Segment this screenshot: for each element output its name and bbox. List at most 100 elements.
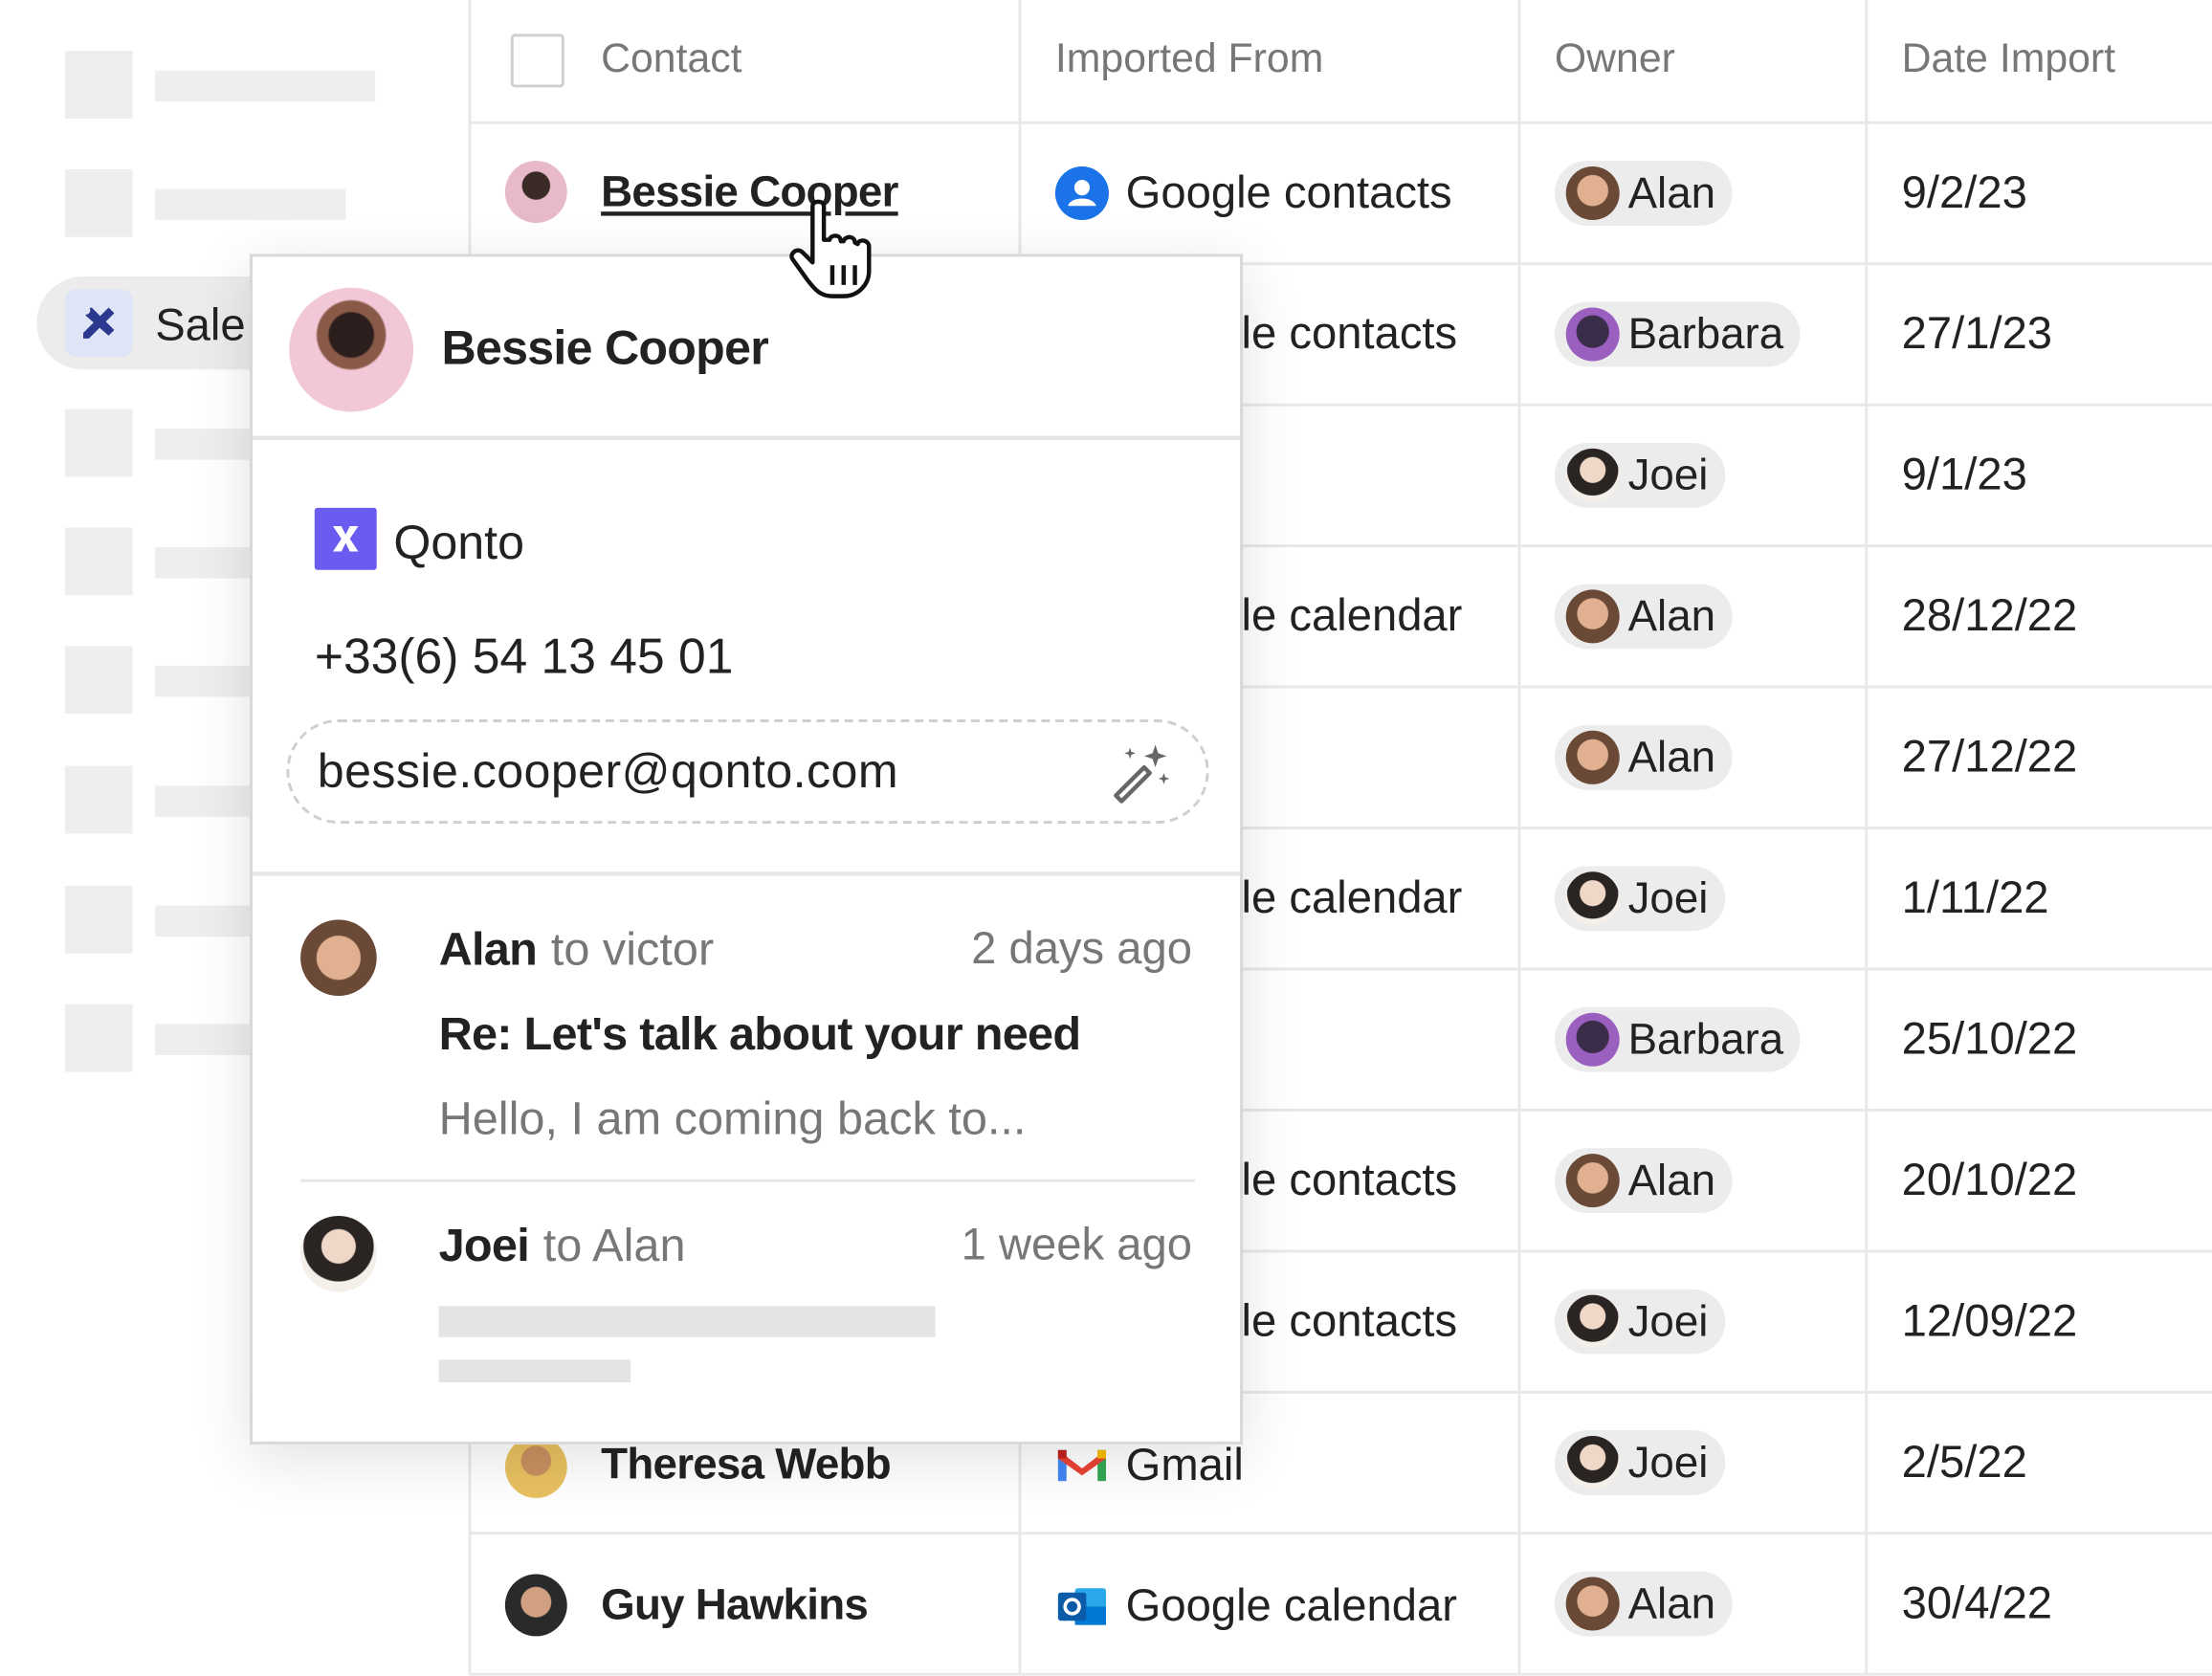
owner-badge[interactable]: Barbara — [1554, 301, 1801, 367]
owner-badge[interactable]: Joei — [1554, 866, 1726, 932]
import-date: 30/4/22 — [1901, 1577, 2053, 1628]
sidebar-item-icon-placeholder — [64, 1003, 133, 1072]
recipient: to victor — [550, 922, 715, 975]
message-sender[interactable]: Joei to Alan — [439, 1219, 686, 1272]
sidebar-item-label: Sale — [155, 298, 246, 350]
contact-avatar — [504, 1574, 567, 1637]
owner-avatar — [1565, 165, 1620, 221]
sidebar-item-icon-placeholder — [64, 168, 133, 237]
table-row[interactable]: Guy Hawkins Google calendar Alan 30/4/22 — [468, 1534, 2212, 1676]
owner-name: Joei — [1627, 1437, 1709, 1488]
owner-name: Joei — [1627, 872, 1709, 923]
select-all-checkbox[interactable] — [510, 33, 564, 88]
import-date: 27/1/23 — [1901, 307, 2053, 359]
message-preview: Hello, I am coming back to... — [438, 1092, 1027, 1144]
contact-avatar — [504, 1436, 567, 1498]
sender-name: Joei — [438, 1218, 530, 1271]
message-sender[interactable]: Alan to victor — [439, 922, 715, 976]
hand-pointer-icon — [789, 199, 872, 298]
section-divider — [252, 871, 1241, 876]
magic-wand-icon[interactable] — [1107, 739, 1175, 807]
owner-badge[interactable]: Alan — [1554, 724, 1733, 790]
source-label: le calendar — [1241, 589, 1463, 641]
company-name[interactable]: Qonto — [393, 517, 524, 572]
import-date: 27/12/22 — [1901, 730, 2078, 782]
source-label: Google contacts — [1125, 165, 1452, 218]
owner-badge[interactable]: Joei — [1554, 1289, 1726, 1355]
column-header-owner[interactable]: Owner — [1555, 36, 1675, 83]
owner-avatar — [1565, 1012, 1620, 1067]
owner-avatar — [1565, 307, 1620, 362]
table-header: Contact Imported From Owner Date Import — [468, 0, 2212, 124]
source-label: le calendar — [1241, 871, 1463, 923]
table-row[interactable]: Bessie Cooper Google contacts Alan 9/2/2… — [468, 124, 2212, 266]
owner-avatar — [1565, 1436, 1620, 1490]
app-canvas: Sale Contact Imported From Owner Date Im… — [0, 0, 2212, 1676]
outlook-icon — [1055, 1579, 1109, 1633]
contact-full-name: Bessie Cooper — [441, 321, 769, 376]
column-header-date-import[interactable]: Date Import — [1902, 36, 2115, 83]
source-label: le contacts — [1241, 1294, 1458, 1346]
owner-avatar — [1565, 448, 1620, 502]
import-date: 25/10/22 — [1901, 1012, 2078, 1064]
message-time: 1 week ago — [961, 1218, 1192, 1270]
owner-name: Barbara — [1627, 308, 1784, 359]
source-label: Google calendar — [1125, 1579, 1457, 1631]
email-address: bessie.cooper@qonto.com — [317, 744, 899, 799]
owner-avatar — [1565, 1577, 1620, 1631]
sender-avatar — [300, 1216, 377, 1292]
sidebar-item-icon-placeholder — [64, 885, 133, 954]
sidebar-item[interactable] — [64, 51, 431, 119]
source-label: le contacts — [1241, 307, 1458, 359]
import-date: 1/11/22 — [1901, 871, 2049, 923]
owner-name: Barbara — [1627, 1014, 1784, 1064]
owner-name: Alan — [1627, 1155, 1716, 1205]
owner-avatar — [1565, 871, 1620, 926]
owner-name: Joei — [1627, 1296, 1709, 1346]
import-date: 9/2/23 — [1901, 165, 2027, 218]
email-field[interactable]: bessie.cooper@qonto.com — [286, 718, 1209, 825]
owner-avatar — [1565, 730, 1620, 784]
contact-name[interactable]: Theresa Webb — [601, 1439, 891, 1489]
contact-preview-card: Bessie Cooper Qonto +33(6) 54 13 45 01 b… — [249, 254, 1244, 1444]
source-label: Gmail — [1125, 1438, 1244, 1490]
owner-badge[interactable]: Alan — [1554, 1571, 1733, 1637]
source-label: le contacts — [1241, 1154, 1458, 1205]
card-header: Bessie Cooper — [252, 256, 1241, 441]
sidebar-item-icon-placeholder — [64, 408, 133, 477]
phone-number[interactable]: +33(6) 54 13 45 01 — [315, 629, 734, 686]
tools-icon — [64, 289, 133, 358]
sidebar-item-icon-placeholder — [64, 765, 133, 834]
import-date: 2/5/22 — [1901, 1436, 2027, 1488]
sidebar-item-icon-placeholder — [64, 646, 133, 715]
preview-placeholder — [438, 1359, 631, 1383]
column-header-contact[interactable]: Contact — [601, 36, 741, 83]
contact-photo — [289, 287, 414, 412]
contact-name[interactable]: Guy Hawkins — [601, 1579, 869, 1630]
company-logo — [314, 507, 377, 570]
owner-badge[interactable]: Alan — [1554, 161, 1733, 226]
column-header-imported-from[interactable]: Imported From — [1055, 36, 1323, 83]
owner-name: Alan — [1627, 590, 1716, 641]
owner-name: Joei — [1627, 450, 1709, 499]
owner-badge[interactable]: Joei — [1554, 1430, 1726, 1495]
import-date: 28/12/22 — [1901, 589, 2078, 641]
owner-name: Alan — [1627, 1577, 1716, 1628]
owner-badge[interactable]: Joei — [1554, 442, 1726, 508]
sidebar-item-icon-placeholder — [64, 527, 133, 596]
message-divider — [300, 1179, 1195, 1182]
subject-placeholder — [438, 1306, 936, 1337]
sidebar-item[interactable] — [64, 168, 431, 237]
gmail-icon — [1055, 1439, 1109, 1492]
owner-avatar — [1565, 1154, 1620, 1208]
message-subject[interactable]: Re: Let's talk about your need — [439, 1007, 1082, 1061]
owner-badge[interactable]: Alan — [1554, 1148, 1733, 1214]
sender-name: Alan — [438, 922, 538, 975]
google-contacts-icon — [1054, 165, 1109, 221]
sender-avatar — [300, 919, 377, 996]
owner-badge[interactable]: Barbara — [1554, 1006, 1801, 1072]
owner-avatar — [1565, 1294, 1620, 1349]
owner-badge[interactable]: Alan — [1554, 584, 1733, 650]
recipient: to Alan — [542, 1218, 686, 1271]
sidebar-item-icon-placeholder — [64, 51, 133, 119]
